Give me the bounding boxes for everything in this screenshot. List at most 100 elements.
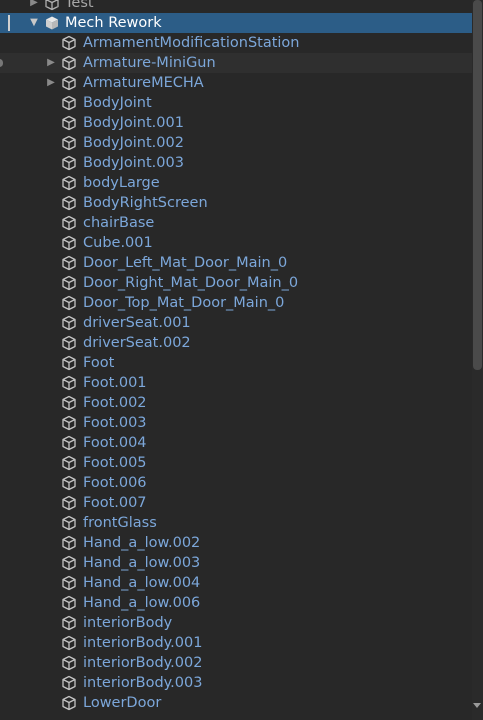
tree-row[interactable]: Foot.002 — [0, 393, 472, 413]
tree-row[interactable]: Foot.004 — [0, 433, 472, 453]
prefab-cube-icon — [61, 475, 77, 491]
prefab-cube-icon — [61, 195, 77, 211]
tree-row[interactable]: bodyLarge — [0, 173, 472, 193]
hierarchy-tree: ▶ Test ▼ Mech Rework ArmamentModificatio… — [0, 0, 472, 713]
tree-row-label: Foot.002 — [83, 395, 147, 411]
tree-row-label: Foot.001 — [83, 375, 147, 391]
tree-row[interactable]: chairBase — [0, 213, 472, 233]
tree-row-label: Hand_a_low.002 — [83, 535, 201, 551]
prefab-cube-icon — [61, 515, 77, 531]
tree-row[interactable]: Foot.003 — [0, 413, 472, 433]
tree-row-label: frontGlass — [83, 515, 157, 531]
tree-row-label: chairBase — [83, 215, 155, 231]
prefab-cube-icon — [61, 135, 77, 151]
expand-arrow-icon[interactable]: ▶ — [45, 53, 57, 73]
tree-row-label: Cube.001 — [83, 235, 153, 251]
tree-row-test[interactable]: ▶ Test — [0, 0, 472, 13]
tree-row[interactable]: interiorBody.001 — [0, 633, 472, 653]
vertical-scrollbar[interactable] — [472, 0, 483, 720]
tree-row-label: Hand_a_low.006 — [83, 595, 201, 611]
collapse-arrow-icon[interactable]: ▼ — [28, 13, 40, 33]
tree-row-label: BodyRightScreen — [83, 195, 208, 211]
tree-row[interactable]: ▶ Armature-MiniGun — [0, 53, 472, 73]
prefab-cube-icon — [61, 535, 77, 551]
prefab-cube-icon — [61, 435, 77, 451]
prefab-cube-icon — [61, 635, 77, 651]
tree-row[interactable]: Foot.007 — [0, 493, 472, 513]
prefab-cube-icon — [61, 295, 77, 311]
prefab-cube-icon — [44, 0, 60, 11]
tree-row-label: Test — [65, 0, 94, 11]
tree-row-label: ArmatureMECHA — [83, 75, 204, 91]
tree-row-label: Foot — [83, 355, 115, 371]
tree-row[interactable]: interiorBody.003 — [0, 673, 472, 693]
tree-row[interactable]: Foot — [0, 353, 472, 373]
tree-row[interactable]: Foot.001 — [0, 373, 472, 393]
scrollbar-thumb[interactable] — [473, 0, 482, 370]
prefab-cube-icon — [61, 35, 77, 51]
expand-arrow-icon[interactable]: ▶ — [28, 0, 40, 13]
focus-indicator — [8, 15, 10, 31]
tree-row-label: BodyJoint.003 — [83, 155, 184, 171]
expand-arrow-icon[interactable]: ▶ — [45, 73, 57, 93]
tree-row-label: Mech Rework — [65, 15, 162, 31]
tree-row-label: BodyJoint — [83, 95, 152, 111]
tree-row-label: interiorBody — [83, 615, 173, 631]
tree-row[interactable]: interiorBody — [0, 613, 472, 633]
prefab-cube-icon — [61, 615, 77, 631]
tree-row[interactable]: Foot.005 — [0, 453, 472, 473]
tree-row[interactable]: Foot.006 — [0, 473, 472, 493]
drag-handle-icon — [0, 59, 3, 67]
tree-row[interactable]: driverSeat.001 — [0, 313, 472, 333]
tree-row[interactable]: frontGlass — [0, 513, 472, 533]
tree-row-label: Foot.006 — [83, 475, 147, 491]
tree-row[interactable]: Door_Right_Mat_Door_Main_0 — [0, 273, 472, 293]
tree-row-label: Door_Left_Mat_Door_Main_0 — [83, 255, 288, 271]
tree-row[interactable]: Door_Left_Mat_Door_Main_0 — [0, 253, 472, 273]
prefab-cube-icon — [61, 455, 77, 471]
tree-row[interactable]: Door_Top_Mat_Door_Main_0 — [0, 293, 472, 313]
prefab-cube-icon — [61, 275, 77, 291]
scroll-down-arrow-icon[interactable] — [473, 703, 481, 708]
prefab-cube-icon — [61, 395, 77, 411]
prefab-cube-filled-icon — [44, 15, 60, 31]
tree-row[interactable]: BodyRightScreen — [0, 193, 472, 213]
prefab-cube-icon — [61, 95, 77, 111]
tree-row[interactable]: Hand_a_low.004 — [0, 573, 472, 593]
tree-row-label: LowerDoor — [83, 695, 162, 711]
tree-row-mech-rework[interactable]: ▼ Mech Rework — [0, 13, 472, 33]
tree-row[interactable]: Hand_a_low.002 — [0, 533, 472, 553]
tree-row[interactable]: ▶ ArmatureMECHA — [0, 73, 472, 93]
prefab-cube-icon — [61, 415, 77, 431]
tree-row-label: Foot.004 — [83, 435, 147, 451]
tree-row[interactable]: BodyJoint.002 — [0, 133, 472, 153]
tree-row[interactable]: BodyJoint — [0, 93, 472, 113]
tree-row[interactable]: BodyJoint.003 — [0, 153, 472, 173]
prefab-cube-icon — [61, 255, 77, 271]
tree-row-label: bodyLarge — [83, 175, 160, 191]
tree-row-label: interiorBody.003 — [83, 675, 203, 691]
tree-row-label: Door_Right_Mat_Door_Main_0 — [83, 275, 299, 291]
tree-row-label: driverSeat.002 — [83, 335, 191, 351]
tree-row[interactable]: LowerDoor — [0, 693, 472, 713]
tree-row-label: driverSeat.001 — [83, 315, 191, 331]
tree-row[interactable]: interiorBody.002 — [0, 653, 472, 673]
prefab-cube-icon — [61, 375, 77, 391]
prefab-cube-icon — [61, 75, 77, 91]
prefab-cube-icon — [61, 655, 77, 671]
tree-row[interactable]: Cube.001 — [0, 233, 472, 253]
tree-row-label: Hand_a_low.004 — [83, 575, 201, 591]
prefab-cube-icon — [61, 695, 77, 711]
tree-row-label: BodyJoint.002 — [83, 135, 184, 151]
tree-row[interactable]: driverSeat.002 — [0, 333, 472, 353]
prefab-cube-icon — [61, 215, 77, 231]
tree-row[interactable]: BodyJoint.001 — [0, 113, 472, 133]
prefab-cube-icon — [61, 115, 77, 131]
prefab-cube-icon — [61, 675, 77, 691]
tree-row[interactable]: Hand_a_low.006 — [0, 593, 472, 613]
tree-row-label: BodyJoint.001 — [83, 115, 184, 131]
tree-row[interactable]: ArmamentModificationStation — [0, 33, 472, 53]
tree-row[interactable]: Hand_a_low.003 — [0, 553, 472, 573]
tree-row-label: Armature-MiniGun — [83, 55, 216, 71]
prefab-cube-icon — [61, 55, 77, 71]
